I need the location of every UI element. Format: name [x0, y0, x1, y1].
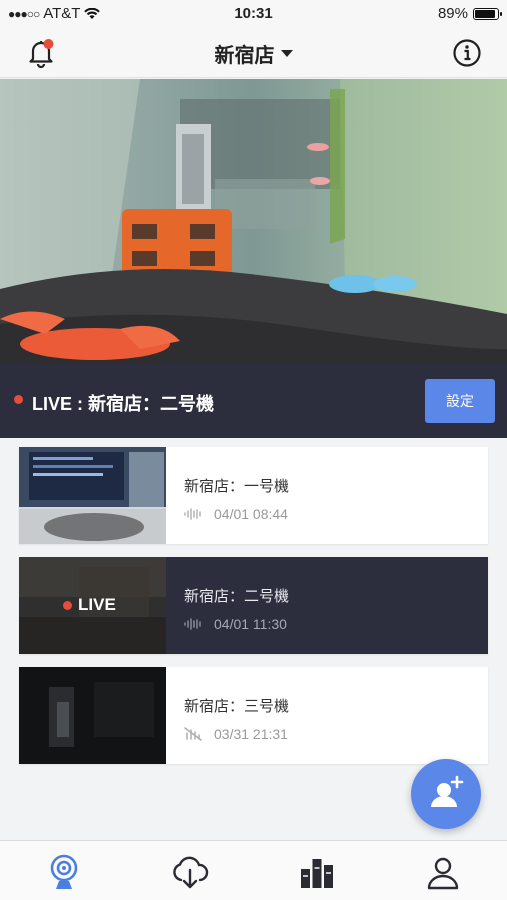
device-thumbnail — [19, 447, 166, 544]
device-name: 新宿店：二号機 — [184, 588, 290, 605]
info-icon[interactable] — [452, 38, 482, 68]
download-tab[interactable] — [170, 853, 210, 893]
sound-wave-icon — [184, 618, 201, 630]
device-datetime: 04/01 11:30 — [214, 616, 287, 632]
bar-chart-icon — [301, 859, 333, 888]
live-badge: LIVE — [63, 595, 116, 615]
battery-level — [475, 9, 495, 18]
settings-button[interactable]: 設定 — [425, 379, 495, 423]
store-selector[interactable]: 新宿店 — [0, 39, 507, 68]
device-meta: 04/01 08:44 — [184, 506, 288, 522]
device-list-item[interactable]: 新宿店：三号機 03/31 21:31 — [19, 667, 488, 764]
store-title: 新宿店 — [214, 45, 275, 67]
stats-tab[interactable] — [297, 853, 337, 893]
device-name: 新宿店：三号機 — [184, 698, 290, 715]
user-icon — [427, 857, 459, 890]
add-user-button[interactable] — [411, 759, 481, 829]
add-user-icon — [431, 775, 464, 807]
app-screen: ●●●○○ AT&T 10:31 89% 新宿店 LIVE: 新宿店：二号機 … — [0, 0, 507, 900]
sound-wave-icon — [184, 508, 201, 520]
status-bar: ●●●○○ AT&T 10:31 89% — [0, 0, 507, 28]
battery-percent: 89% — [437, 5, 468, 22]
live-badge-dot — [63, 600, 72, 610]
live-badge-label: LIVE — [78, 595, 116, 614]
device-datetime: 04/01 08:44 — [214, 506, 288, 522]
device-name: 新宿店：一号機 — [184, 478, 290, 495]
device-thumbnail: LIVE — [19, 557, 166, 654]
battery-icon — [473, 7, 502, 20]
camera-tab[interactable] — [44, 853, 84, 893]
clock: 10:31 — [234, 5, 273, 22]
webcam-icon — [50, 854, 78, 889]
device-list-item-active[interactable]: LIVE 新宿店：二号機 04/01 11:30 — [19, 557, 488, 654]
navigation-header: 新宿店 — [0, 28, 507, 78]
battery-group: 89% — [437, 5, 502, 22]
device-thumbnail — [19, 667, 166, 764]
live-indicator-dot — [14, 395, 23, 404]
cloud-download-icon — [173, 856, 209, 889]
live-camera-feed[interactable] — [0, 79, 507, 364]
live-title: LIVE : 新宿店：二号機 — [32, 394, 215, 414]
chevron-down-icon — [280, 50, 293, 57]
muted-signal-icon — [184, 727, 202, 741]
profile-tab[interactable] — [423, 853, 463, 893]
device-list-item[interactable]: 新宿店：一号機 04/01 08:44 — [19, 447, 488, 544]
device-meta: 04/01 11:30 — [184, 616, 287, 632]
device-meta: 03/31 21:31 — [184, 726, 288, 742]
device-datetime: 03/31 21:31 — [214, 726, 288, 742]
live-status-bar: LIVE : 新宿店：二号機 設定 — [0, 364, 507, 438]
bottom-tab-bar — [0, 840, 507, 900]
